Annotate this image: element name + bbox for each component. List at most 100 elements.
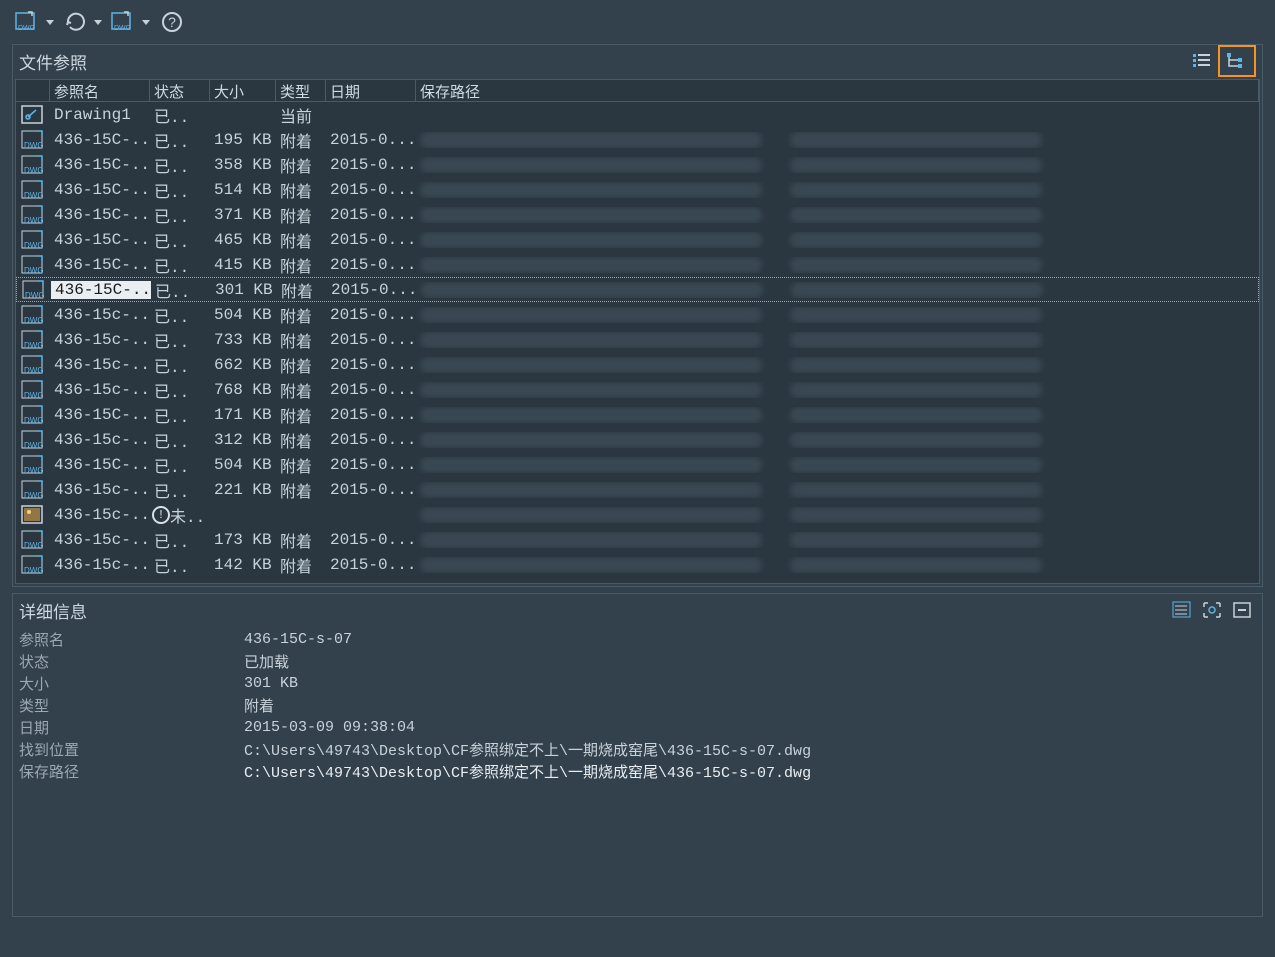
row-status: 已.. bbox=[150, 253, 210, 277]
row-name: 436-15c-... bbox=[50, 381, 150, 399]
table-row[interactable]: DWG436-15c-...已..768 KB附着2015-0... bbox=[16, 377, 1259, 402]
table-row[interactable]: DWG436-15C-...已..171 KB附着2015-0... bbox=[16, 402, 1259, 427]
blurred-text bbox=[420, 557, 762, 573]
details-body: 参照名 436-15C-s-07 状态 已加载 大小 301 KB 类型 附着 … bbox=[13, 626, 1262, 784]
column-header-path[interactable]: 保存路径 bbox=[416, 80, 1259, 101]
detail-label: 找到位置 bbox=[19, 739, 244, 760]
row-size: 514 KB bbox=[210, 181, 276, 199]
row-type: 附着 bbox=[276, 228, 326, 252]
refresh-button[interactable] bbox=[60, 4, 104, 40]
row-name: 436-15c-... bbox=[50, 531, 150, 549]
row-status: 已.. bbox=[150, 203, 210, 227]
column-header-icon[interactable] bbox=[16, 80, 50, 101]
row-name: 436-15c-... bbox=[50, 331, 150, 349]
row-icon: DWG bbox=[16, 304, 50, 326]
table-row[interactable]: DWG436-15C-...已..195 KB附着2015-0... bbox=[16, 127, 1259, 152]
row-type: 附着 bbox=[276, 203, 326, 227]
blurred-text bbox=[420, 232, 762, 248]
row-icon: DWG bbox=[16, 454, 50, 476]
row-date: 2015-0... bbox=[326, 406, 416, 424]
detail-label: 日期 bbox=[19, 717, 244, 738]
list-icon bbox=[1172, 601, 1192, 619]
preview-button[interactable] bbox=[1198, 597, 1226, 623]
table-row[interactable]: DWG436-15c-...已..173 KB附着2015-0... bbox=[16, 527, 1259, 552]
table-row[interactable]: DWG436-15C-...已..504 KB附着2015-0... bbox=[16, 452, 1259, 477]
table-row[interactable]: DWG436-15C-...已..371 KB附着2015-0... bbox=[16, 202, 1259, 227]
column-header-status[interactable]: 状态 bbox=[150, 80, 210, 101]
row-size: 171 KB bbox=[210, 406, 276, 424]
svg-text:DWG: DWG bbox=[24, 316, 44, 325]
table-row[interactable]: DWG436-15C-...已..415 KB附着2015-0... bbox=[16, 252, 1259, 277]
table-row[interactable]: DWG436-15c-...已..662 KB附着2015-0... bbox=[16, 352, 1259, 377]
table-row[interactable]: 436-15c-...!未.. bbox=[16, 502, 1259, 527]
row-icon: DWG bbox=[16, 229, 50, 251]
column-header-type[interactable]: 类型 bbox=[276, 80, 326, 101]
row-status: 已.. bbox=[150, 403, 210, 427]
table-row[interactable]: DWG436-15C-...已..514 KB附着2015-0... bbox=[16, 177, 1259, 202]
row-date: 2015-0... bbox=[326, 256, 416, 274]
attach-dwg-button[interactable]: DWG bbox=[12, 4, 56, 40]
table-row[interactable]: DWG436-15c-...已..733 KB附着2015-0... bbox=[16, 327, 1259, 352]
details-panel: 详细信息 bbox=[12, 593, 1263, 917]
tree-icon bbox=[1226, 52, 1248, 70]
blurred-text bbox=[790, 457, 1042, 473]
list-view-button[interactable] bbox=[1188, 48, 1216, 74]
blurred-text bbox=[420, 382, 762, 398]
row-name: 436-15c-... bbox=[50, 481, 150, 499]
blurred-text bbox=[420, 207, 762, 223]
chevron-down-icon bbox=[46, 20, 54, 25]
tree-view-button[interactable] bbox=[1218, 45, 1256, 77]
row-type: 当前 bbox=[276, 103, 326, 127]
table-row[interactable]: DWG436-15C-...已..465 KB附着2015-0... bbox=[16, 227, 1259, 252]
row-status: 已.. bbox=[150, 453, 210, 477]
row-type: 附着 bbox=[276, 378, 326, 402]
minus-icon bbox=[1232, 601, 1252, 619]
row-type: 附着 bbox=[276, 253, 326, 277]
blurred-text bbox=[421, 282, 763, 298]
row-icon: DWG bbox=[16, 379, 50, 401]
table-row[interactable]: DWG436-15C-...已..358 KB附着2015-0... bbox=[16, 152, 1259, 177]
svg-text:DWG: DWG bbox=[24, 466, 44, 475]
detail-row-date: 日期 2015-03-09 09:38:04 bbox=[19, 716, 1256, 738]
row-date: 2015-0... bbox=[326, 381, 416, 399]
row-type: 附着 bbox=[276, 328, 326, 352]
collapse-button[interactable] bbox=[1228, 597, 1256, 623]
table-row[interactable]: DWG436-15c-...已..504 KB附着2015-0... bbox=[16, 302, 1259, 327]
blurred-text bbox=[420, 182, 762, 198]
refresh-icon bbox=[62, 8, 90, 36]
row-date: 2015-0... bbox=[326, 181, 416, 199]
blurred-text bbox=[420, 457, 762, 473]
detail-label: 保存路径 bbox=[19, 761, 244, 782]
column-header-name[interactable]: 参照名 bbox=[50, 80, 150, 101]
row-date: 2015-0... bbox=[326, 331, 416, 349]
row-type: 附着 bbox=[276, 553, 326, 577]
row-size: 142 KB bbox=[210, 556, 276, 574]
detail-row-status: 状态 已加载 bbox=[19, 650, 1256, 672]
column-header-date[interactable]: 日期 bbox=[326, 80, 416, 101]
table-row[interactable]: DWG436-15C-...已..301 KB附着2015-0... bbox=[16, 277, 1259, 302]
svg-text:DWG: DWG bbox=[24, 166, 44, 175]
detail-value: 2015-03-09 09:38:04 bbox=[244, 719, 415, 736]
blurred-text bbox=[420, 157, 762, 173]
row-date: 2015-0... bbox=[326, 481, 416, 499]
column-header-size[interactable]: 大小 bbox=[210, 80, 276, 101]
help-button[interactable]: ? bbox=[156, 4, 188, 40]
row-size: 358 KB bbox=[210, 156, 276, 174]
table-row[interactable]: DWG436-15c-...已..142 KB附着2015-0... bbox=[16, 552, 1259, 577]
table-row[interactable]: DWG436-15c-...已..312 KB附着2015-0... bbox=[16, 427, 1259, 452]
details-list-button[interactable] bbox=[1168, 597, 1196, 623]
detail-row-found: 找到位置 C:\Users\49743\Desktop\CF参照绑定不上\一期烧… bbox=[19, 738, 1256, 760]
row-size: 371 KB bbox=[210, 206, 276, 224]
blurred-text bbox=[791, 282, 1043, 298]
row-status: 已.. bbox=[150, 328, 210, 352]
row-icon: DWG bbox=[16, 154, 50, 176]
svg-text:DWG: DWG bbox=[24, 441, 44, 450]
blurred-text bbox=[790, 507, 1042, 523]
blurred-text bbox=[790, 232, 1042, 248]
detail-value: 436-15C-s-07 bbox=[244, 631, 352, 648]
save-button[interactable]: DWG bbox=[108, 4, 152, 40]
table-row[interactable]: DWG436-15c-...已..221 KB附着2015-0... bbox=[16, 477, 1259, 502]
table-row[interactable]: Drawing1已..当前 bbox=[16, 102, 1259, 127]
row-icon bbox=[16, 104, 50, 126]
row-date: 2015-0... bbox=[326, 231, 416, 249]
